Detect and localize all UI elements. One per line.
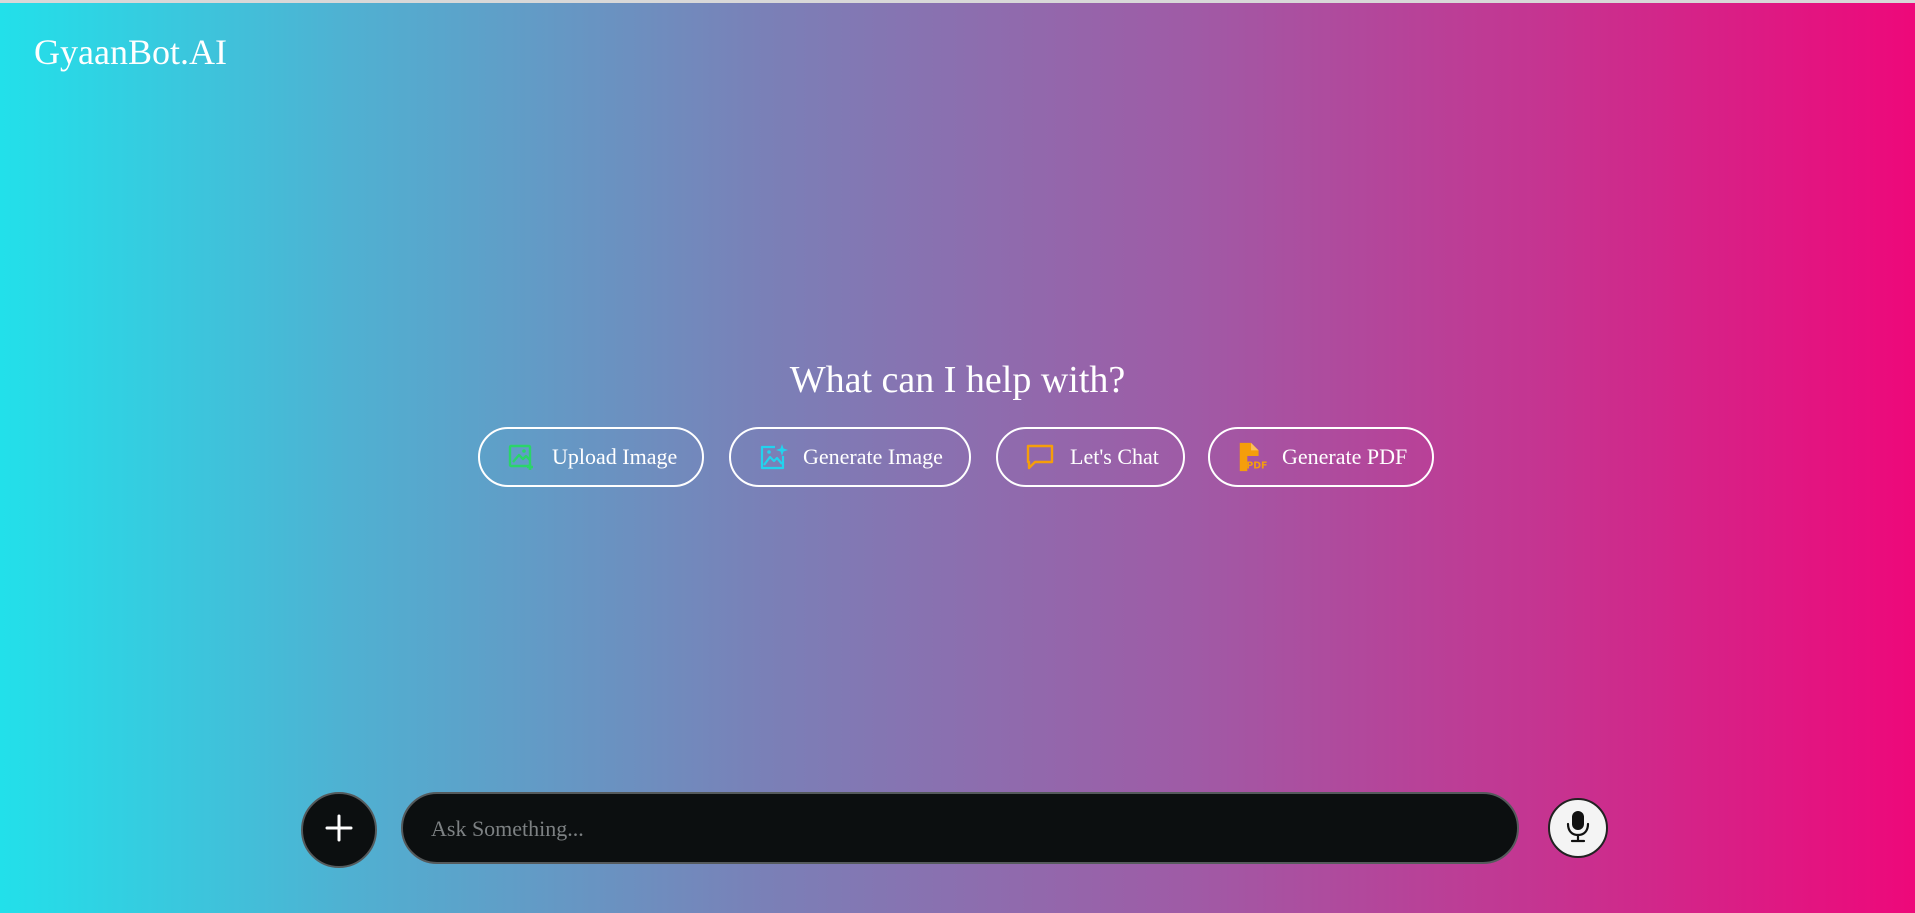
message-input[interactable]	[429, 794, 1493, 864]
generate-pdf-button[interactable]: PDF Generate PDF	[1208, 427, 1434, 487]
lets-chat-button[interactable]: Let's Chat	[996, 427, 1185, 487]
pdf-file-icon: PDF	[1236, 441, 1268, 473]
page-title: What can I help with?	[789, 359, 1126, 401]
upload-image-button[interactable]: Upload Image	[478, 427, 704, 487]
generate-image-label: Generate Image	[803, 444, 943, 469]
generate-pdf-label: Generate PDF	[1282, 444, 1408, 469]
svg-text:PDF: PDF	[1246, 460, 1267, 471]
generate-image-button[interactable]: Generate Image	[729, 427, 971, 487]
brand-logo[interactable]: GyaanBot.AI	[34, 30, 227, 74]
message-composer	[401, 792, 1519, 864]
chat-bubble-icon	[1024, 441, 1056, 473]
plus-icon	[324, 813, 354, 848]
generate-image-icon	[757, 441, 789, 473]
voice-input-button[interactable]	[1548, 798, 1608, 858]
microphone-icon	[1564, 809, 1592, 848]
upload-image-icon	[506, 441, 538, 473]
add-attachment-button[interactable]	[301, 792, 377, 868]
top-border	[0, 0, 1915, 3]
lets-chat-label: Let's Chat	[1070, 444, 1159, 469]
upload-image-label: Upload Image	[552, 444, 678, 469]
